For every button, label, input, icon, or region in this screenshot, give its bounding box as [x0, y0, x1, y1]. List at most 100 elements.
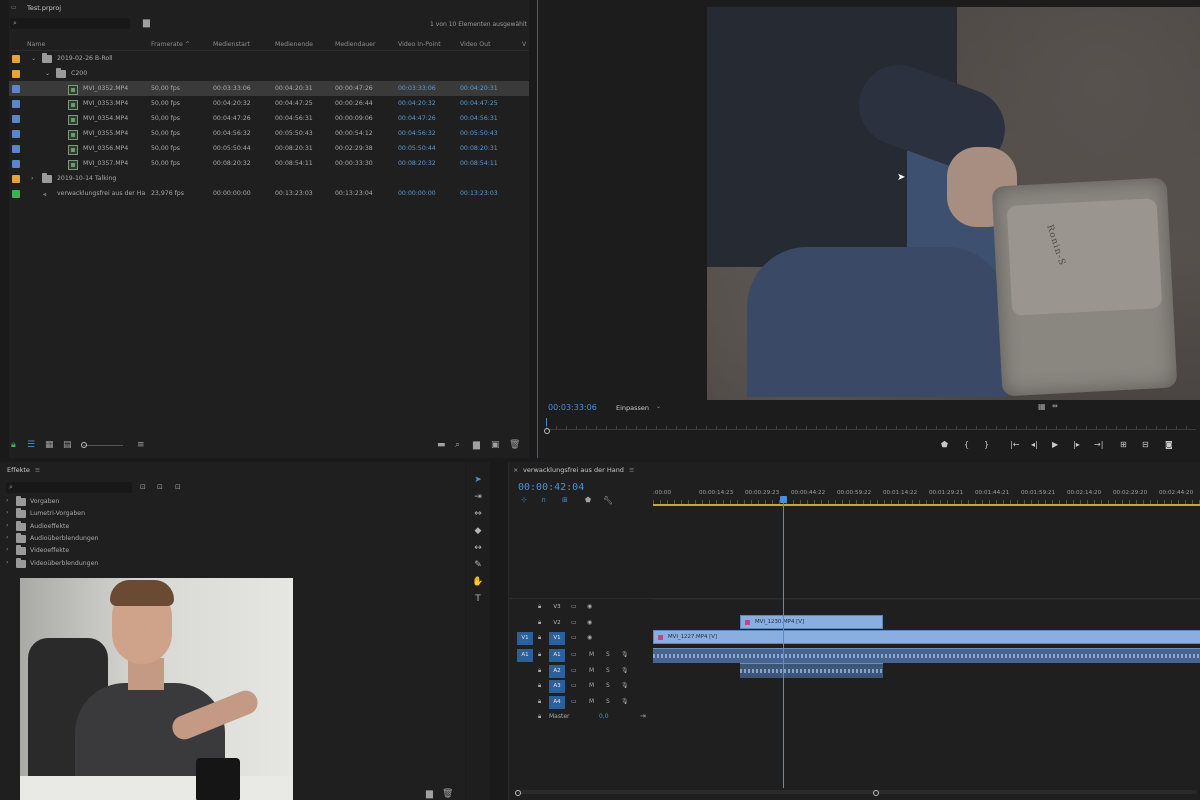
lock-icon[interactable]: 🔒︎ — [538, 713, 541, 721]
col-v[interactable]: V — [522, 41, 526, 48]
table-row[interactable]: MVI_0353.MP4 50,00 fps 00:04:20:32 00:04:47… — [9, 96, 529, 111]
sync-lock-icon[interactable]: ▭ — [571, 682, 577, 689]
monitor-zoom-handle[interactable] — [544, 428, 550, 434]
source-patch-v1[interactable]: V1 — [517, 632, 533, 645]
solo-button[interactable]: S — [606, 682, 610, 689]
new-item-icon[interactable]: ▣ — [491, 441, 500, 450]
track-target[interactable]: V3 — [549, 601, 565, 614]
chevron-right-icon[interactable]: › — [6, 559, 8, 566]
solo-button[interactable]: S — [606, 651, 610, 658]
timeline-ruler[interactable]: :00:00 00:00:14:23 00:00:29:23 00:00:44:22 0… — [653, 488, 1200, 506]
trash-effects-icon[interactable]: 🗑︎ — [442, 790, 453, 799]
table-row[interactable]: ⌄ 2019-02-26 B-Roll — [9, 51, 529, 66]
eye-icon[interactable]: ◉ — [587, 634, 592, 641]
mute-button[interactable]: M — [589, 698, 594, 705]
find-icon[interactable]: ⌕ — [455, 441, 460, 450]
lock-icon[interactable]: 🔒︎ — [11, 441, 16, 450]
scroll-end-handle[interactable] — [873, 790, 879, 796]
track-target[interactable]: A1 — [549, 649, 565, 662]
lock-icon[interactable]: 🔒︎ — [538, 603, 541, 611]
mic-icon[interactable]: 🎙︎ — [621, 698, 629, 705]
trash-icon[interactable]: 🗑︎ — [509, 441, 520, 450]
track-target[interactable]: A2 — [549, 664, 565, 678]
col-name[interactable]: Name — [27, 41, 45, 48]
mute-button[interactable]: M — [589, 667, 594, 674]
label-swatch[interactable] — [12, 55, 20, 63]
timeline-timecode[interactable]: 00:00:42:04 — [518, 482, 584, 493]
table-row[interactable]: MVI_0357.MP4 50,00 fps 00:08:20:32 00:08:54… — [9, 156, 529, 171]
chevron-right-icon[interactable]: › — [6, 522, 8, 529]
track-target[interactable]: A3 — [549, 680, 565, 693]
label-swatch[interactable] — [12, 115, 20, 123]
col-media-end[interactable]: Medienende — [275, 41, 313, 48]
mute-button[interactable]: M — [589, 682, 594, 689]
list-view-icon[interactable]: ☰ — [27, 441, 35, 450]
linked-selection-icon[interactable]: ⊞ — [562, 496, 568, 505]
mute-button[interactable]: M — [589, 651, 594, 658]
clip-v2[interactable]: MVI_1230.MP4 [V] — [740, 615, 883, 629]
label-swatch[interactable] — [12, 85, 20, 93]
camera-icon[interactable]: ◙ — [1165, 441, 1173, 449]
snap-icon[interactable]: ∩ — [541, 496, 546, 505]
label-swatch[interactable] — [12, 130, 20, 138]
eye-icon[interactable]: ◉ — [587, 603, 592, 610]
mark-out-icon[interactable]: } — [984, 441, 989, 449]
insert-icon[interactable]: ⊞ — [1120, 441, 1127, 449]
sort-icon[interactable]: ≡ — [137, 441, 145, 450]
marker-icon[interactable]: ⬟ — [941, 441, 948, 449]
lock-icon[interactable]: 🔒︎ — [538, 698, 541, 706]
chevron-right-icon[interactable]: › — [6, 546, 8, 553]
sync-lock-icon[interactable]: ▭ — [571, 698, 577, 705]
label-swatch[interactable] — [12, 160, 20, 168]
solo-button[interactable]: S — [606, 667, 610, 674]
solo-button[interactable]: S — [606, 698, 610, 705]
table-row[interactable]: ⌄ C200 — [9, 66, 529, 81]
timeline-scrollbar[interactable] — [517, 790, 1197, 794]
project-search-input[interactable] — [22, 19, 128, 28]
track-target[interactable]: V1 — [549, 632, 565, 645]
automate-icon[interactable]: ▬ — [437, 441, 446, 450]
settings-icon[interactable]: ▦ — [1038, 402, 1046, 411]
col-video-out[interactable]: Video Out — [460, 41, 491, 48]
sync-lock-icon[interactable]: ▭ — [571, 667, 577, 674]
pen-tool-icon[interactable]: ✎ — [472, 559, 484, 571]
col-framerate[interactable]: Framerate — [151, 41, 183, 48]
sync-lock-icon[interactable]: ▭ — [571, 651, 577, 658]
sync-lock-icon[interactable]: ▭ — [571, 634, 577, 641]
project-tab-title[interactable]: Test.prproj — [27, 4, 61, 12]
col-video-in[interactable]: Video In-Point — [398, 41, 441, 48]
lock-icon[interactable]: 🔒︎ — [538, 682, 541, 690]
timeline-close-icon[interactable]: × — [513, 466, 518, 474]
yuv-effects-icon[interactable]: ⊡ — [175, 483, 181, 492]
accelerated-effects-icon[interactable]: ⊡ — [140, 483, 146, 492]
slip-tool-icon[interactable]: ↔ — [472, 542, 484, 554]
go-to-out-icon[interactable]: →| — [1094, 441, 1103, 449]
sequence-tab[interactable]: verwacklungsfrei aus der Hand ≡ — [523, 466, 634, 474]
video-frame[interactable]: Ronin-S ➤ — [707, 7, 1200, 400]
master-volume[interactable]: 0,0 — [599, 713, 609, 720]
zoom-slider[interactable] — [83, 445, 123, 446]
ripple-edit-tool-icon[interactable]: ⇔ — [472, 508, 484, 520]
add-marker-icon[interactable]: ⬟ — [585, 496, 591, 505]
table-row[interactable]: MVI_0355.MP4 50,00 fps 00:04:56:32 00:05:50… — [9, 126, 529, 141]
label-swatch[interactable] — [12, 100, 20, 108]
col-media-duration[interactable]: Mediendauer — [335, 41, 376, 48]
lock-icon[interactable]: 🔒︎ — [538, 651, 541, 659]
timeline-playhead[interactable] — [780, 496, 787, 788]
table-row[interactable]: › 2019-10-14 Talking — [9, 171, 529, 186]
icon-view-icon[interactable]: ▦ — [45, 441, 54, 450]
table-row[interactable]: MVI_0354.MP4 50,00 fps 00:04:47:26 00:04:56… — [9, 111, 529, 126]
label-swatch[interactable] — [12, 145, 20, 153]
table-row[interactable]: MVI_0352.MP4 50,00 fps 00:03:33:06 00:04:20… — [9, 81, 529, 96]
effects-search-input[interactable] — [18, 483, 130, 492]
mark-in-icon[interactable]: { — [964, 441, 969, 449]
sync-lock-icon[interactable]: ▭ — [571, 603, 577, 610]
chevron-right-icon[interactable]: › — [31, 175, 33, 182]
chevron-down-icon[interactable]: ⌄ — [31, 55, 36, 62]
eye-icon[interactable]: ◉ — [587, 619, 592, 626]
monitor-playhead-marker[interactable] — [546, 418, 547, 426]
monitor-timecode[interactable]: 00:03:33:06 — [548, 403, 597, 412]
table-row[interactable]: ⫷ verwacklungsfrei aus der Ha 23,976 fps 00… — [9, 186, 529, 201]
lock-icon[interactable]: 🔒︎ — [538, 667, 541, 675]
sync-lock-icon[interactable]: ▭ — [571, 619, 577, 626]
